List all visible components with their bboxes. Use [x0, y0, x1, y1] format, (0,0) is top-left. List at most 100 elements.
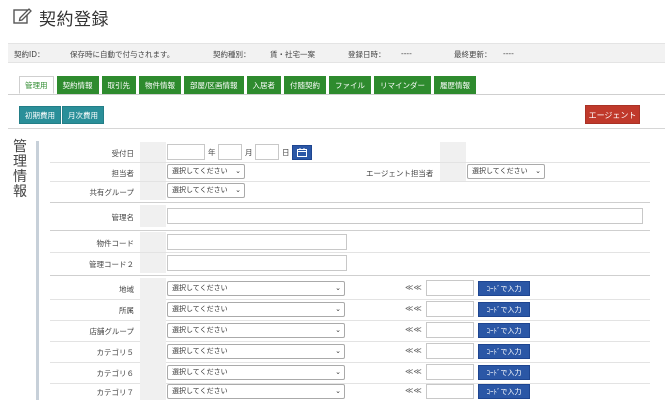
category7-label: カテゴリ７ [96, 388, 135, 397]
edit-icon [12, 6, 32, 28]
chevron-down-icon: ⌄ [335, 326, 341, 334]
region-select[interactable]: 選択してください ⌄ [167, 281, 345, 296]
management-name-input[interactable] [167, 208, 643, 224]
calendar-icon [297, 148, 307, 157]
category6-label: カテゴリ６ [96, 369, 135, 378]
label-gap [140, 182, 166, 200]
received-month-input[interactable] [218, 144, 242, 160]
management-code2-row: 管理コード２ [50, 253, 650, 273]
month-label: 月 [245, 148, 253, 157]
subtab-divider [8, 128, 665, 129]
store-group-label: 店舗グループ [89, 327, 134, 336]
store-group-code-button[interactable]: ｺｰﾄﾞで入力 [478, 323, 530, 338]
chevron-down-icon: ⌄ [335, 284, 341, 292]
received-year-input[interactable] [167, 144, 205, 160]
shared-group-row: 共有グループ 選択してください ⌄ [50, 182, 650, 200]
affiliation-label: 所属 [119, 306, 134, 315]
day-label: 日 [282, 148, 290, 157]
agent-button[interactable]: エージェント [585, 105, 640, 124]
tab-property-info[interactable]: 物件情報 [139, 76, 181, 94]
category-row: 所属 選択してください ⌄ ≪≪ ｺｰﾄﾞで入力 [50, 299, 650, 320]
received-day-input[interactable] [255, 144, 279, 160]
category7-select[interactable]: 選択してください ⌄ [167, 384, 345, 399]
label-gap [140, 278, 166, 299]
label-gap [140, 341, 166, 362]
registered-label: 登録日時： [348, 50, 386, 59]
management-code2-label: 管理コード２ [89, 260, 134, 269]
tab-ancillary-contract[interactable]: 付随契約 [284, 76, 327, 94]
contract-id-label: 契約ID： [14, 50, 45, 59]
category-row: 店舗グループ 選択してください ⌄ ≪≪ ｺｰﾄﾞで入力 [50, 320, 650, 341]
chevron-double-left-icon: ≪≪ [405, 367, 422, 376]
category5-code-button[interactable]: ｺｰﾄﾞで入力 [478, 344, 530, 359]
agent-assignee-select[interactable]: 選択してください ⌄ [467, 164, 545, 179]
page-title: 契約登録 [39, 9, 109, 30]
property-code-label: 物件コード [96, 239, 135, 248]
management-name-row: 管理名 [50, 205, 650, 227]
subtab-monthly-cost[interactable]: 月次費用 [62, 106, 104, 124]
region-label: 地域 [119, 285, 134, 294]
affiliation-code-input[interactable] [426, 301, 474, 317]
label-gap [440, 163, 466, 181]
chevron-down-icon: ⌄ [335, 305, 341, 313]
tab-tenant[interactable]: 入居者 [246, 76, 282, 94]
main-tabs: 管理用 契約情報 取引先 物件情報 部屋/区画情報 入居者 付随契約 ファイル … [19, 76, 479, 94]
calendar-button[interactable] [292, 145, 312, 160]
management-code2-input[interactable] [167, 255, 347, 271]
region-code-input[interactable] [426, 280, 474, 296]
region-code-button[interactable]: ｺｰﾄﾞで入力 [478, 281, 530, 296]
label-gap [140, 205, 166, 227]
tab-reminder[interactable]: リマインダー [374, 76, 432, 94]
affiliation-select[interactable]: 選択してください ⌄ [167, 302, 345, 317]
contract-type-label: 契約種別： [213, 50, 251, 59]
category5-select[interactable]: 選択してください ⌄ [167, 344, 345, 359]
section-bar [36, 141, 39, 400]
assignee-label: 担当者 [111, 169, 135, 178]
label-gap [140, 362, 166, 383]
category5-code-input[interactable] [426, 343, 474, 359]
tab-contract-info[interactable]: 契約情報 [56, 76, 99, 94]
category6-code-input[interactable] [426, 364, 474, 380]
store-group-select[interactable]: 選択してください ⌄ [167, 323, 345, 338]
section-divider [50, 275, 650, 276]
chevron-down-icon: ⌄ [235, 186, 241, 194]
shared-group-label: 共有グループ [89, 188, 134, 197]
chevron-double-left-icon: ≪≪ [405, 346, 422, 355]
tab-room-info[interactable]: 部屋/区画情報 [184, 76, 244, 94]
section-title: 管理情報 [13, 139, 27, 200]
section-divider [50, 202, 650, 203]
tab-management[interactable]: 管理用 [19, 76, 54, 94]
tab-divider [8, 94, 665, 95]
updated-value: ---- [503, 49, 514, 58]
category5-label: カテゴリ５ [96, 348, 135, 357]
category6-code-button[interactable]: ｺｰﾄﾞで入力 [478, 365, 530, 380]
assignee-row: 担当者 選択してください ⌄ エージェント担当者 選択してください ⌄ [50, 163, 650, 181]
chevron-down-icon: ⌄ [335, 387, 341, 395]
category6-select[interactable]: 選択してください ⌄ [167, 365, 345, 380]
section-divider [50, 230, 650, 231]
chevron-down-icon: ⌄ [235, 167, 241, 175]
contract-type-value: 賃・社宅一案 [270, 50, 315, 59]
category7-code-button[interactable]: ｺｰﾄﾞで入力 [478, 384, 530, 399]
label-gap [140, 253, 166, 273]
property-code-row: 物件コード [50, 232, 650, 252]
affiliation-code-button[interactable]: ｺｰﾄﾞで入力 [478, 302, 530, 317]
chevron-double-left-icon: ≪≪ [405, 283, 422, 292]
tab-history[interactable]: 履歴情報 [434, 76, 477, 94]
tab-files[interactable]: ファイル [329, 76, 372, 94]
tab-clients[interactable]: 取引先 [101, 76, 136, 94]
category-row: カテゴリ５ 選択してください ⌄ ≪≪ ｺｰﾄﾞで入力 [50, 341, 650, 362]
received-date-row: 受付日 年 月 日 [50, 142, 650, 162]
property-code-input[interactable] [167, 234, 347, 250]
year-label: 年 [208, 148, 216, 157]
category-row: カテゴリ７ 選択してください ⌄ ≪≪ ｺｰﾄﾞで入力 [50, 383, 650, 400]
shared-group-select[interactable]: 選択してください ⌄ [167, 183, 245, 198]
assignee-select[interactable]: 選択してください ⌄ [167, 164, 245, 179]
chevron-double-left-icon: ≪≪ [405, 386, 422, 395]
subtab-initial-cost[interactable]: 初期費用 [19, 106, 61, 124]
registered-value: ---- [401, 49, 412, 58]
chevron-double-left-icon: ≪≪ [405, 325, 422, 334]
category7-code-input[interactable] [426, 384, 474, 399]
store-group-code-input[interactable] [426, 322, 474, 338]
label-gap [140, 163, 166, 181]
